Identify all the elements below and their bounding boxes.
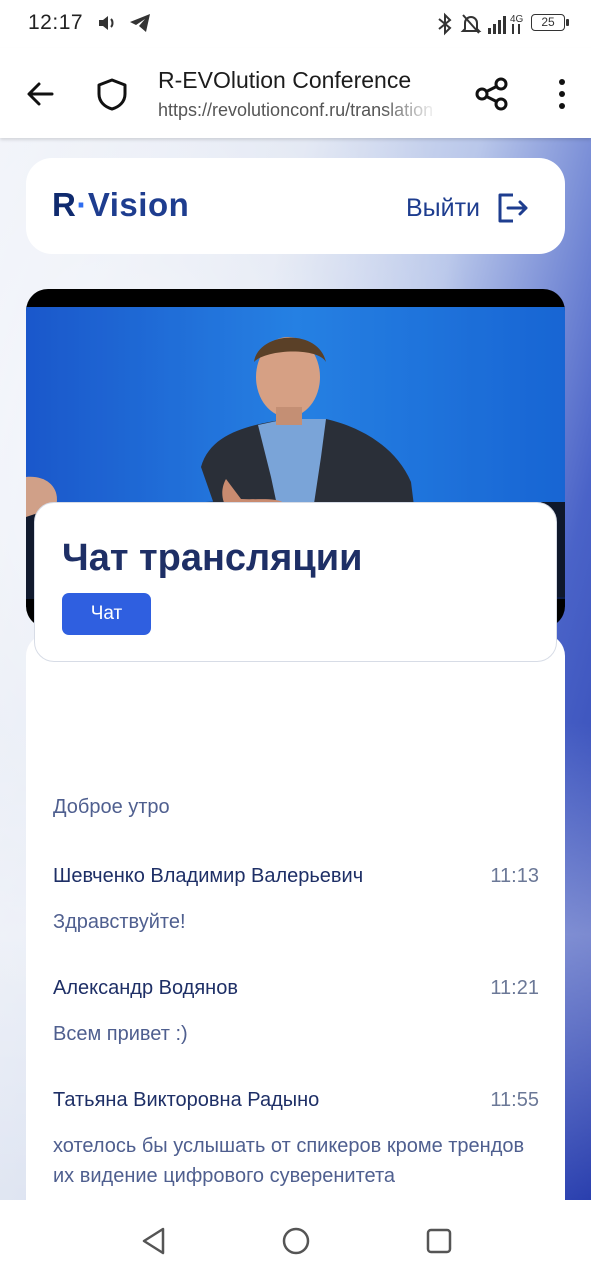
page-title: R-EVOlution Conference (158, 67, 412, 93)
more-vert-icon (559, 79, 565, 109)
status-time: 12:17 (28, 11, 84, 34)
status-bar: 12:17 4G 25 (0, 0, 591, 48)
message-text: Здравствуйте! (53, 911, 186, 933)
site-info-button[interactable] (92, 74, 132, 114)
message-author: Александр Водянов (53, 977, 238, 999)
message-text: хотелось бы услышать от спикеров кроме т… (53, 1135, 525, 1187)
partial-message: Доброе утро (53, 796, 170, 818)
system-navigation-bar (0, 1200, 591, 1280)
site-header: R·Vision Выйти (26, 158, 565, 254)
back-button[interactable] (20, 74, 60, 114)
back-arrow-icon (27, 82, 54, 106)
battery-icon: 25 (531, 14, 569, 31)
nav-back-button[interactable] (139, 1226, 169, 1256)
shield-icon (97, 78, 127, 111)
message-text: Всем привет :) (53, 1023, 188, 1045)
chat-panel: Доброе утро Шевченко Владимир Валерьевич… (26, 634, 565, 1200)
message-time: 11:13 (490, 865, 539, 887)
volume-icon (96, 12, 118, 39)
telegram-icon (128, 12, 152, 39)
logo-r: R (52, 186, 77, 223)
message-time: 11:55 (490, 1089, 539, 1111)
message-author: Татьяна Викторовна Радыно (53, 1089, 320, 1111)
browser-toolbar: R-EVOlution Conference https://revolutio… (0, 48, 591, 138)
triangle-back-icon (142, 1227, 165, 1255)
logout-button[interactable]: Выйти (406, 188, 530, 228)
square-recents-icon (426, 1228, 452, 1254)
share-icon (475, 77, 508, 111)
signal-icon: 4G (488, 12, 528, 41)
page-url[interactable]: https://revolutionconf.ru/translation (158, 100, 438, 121)
chat-header: Чат трансляции Чат (34, 502, 557, 662)
bluetooth-icon (436, 12, 454, 41)
message-time: 11:21 (490, 977, 539, 999)
logout-label: Выйти (406, 193, 481, 222)
logo-dot: · (76, 186, 88, 223)
nav-home-button[interactable] (281, 1226, 311, 1256)
network-type: 4G (510, 14, 524, 25)
logout-icon (498, 193, 528, 223)
circle-home-icon (282, 1227, 310, 1255)
web-page: R·Vision Выйти Доброе утро Шевченко Влад… (0, 138, 591, 1200)
r-vision-logo[interactable]: R·Vision (52, 186, 189, 224)
tab-chat[interactable]: Чат (62, 593, 151, 635)
notifications-off-icon (460, 12, 482, 41)
chat-title: Чат трансляции (62, 537, 363, 579)
share-button[interactable] (472, 74, 512, 114)
message-author: Шевченко Владимир Валерьевич (53, 865, 364, 887)
logo-vision: Vision (87, 186, 190, 223)
more-options-button[interactable] (544, 74, 580, 114)
nav-recents-button[interactable] (424, 1226, 454, 1256)
